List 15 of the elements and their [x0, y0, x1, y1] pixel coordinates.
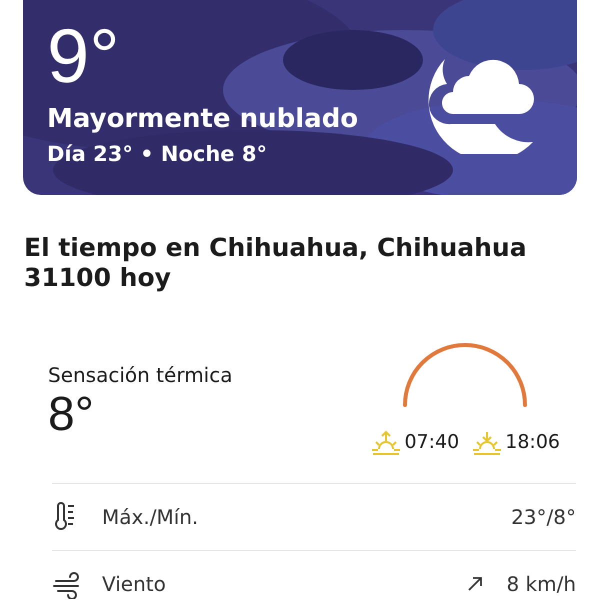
- sunrise-time: 07:40: [404, 431, 460, 453]
- sunset-time: 18:06: [505, 431, 560, 453]
- feels-like-value: 8°: [48, 387, 95, 443]
- feels-like-label: Sensación térmica: [48, 363, 232, 387]
- location-heading: El tiempo en Chihuahua, Chihuahua 31100 hoy: [24, 233, 528, 293]
- detail-value: 23°/8°: [511, 505, 576, 529]
- sunrise-icon: [370, 429, 402, 455]
- day-night-text: Día 23° • Noche 8°: [47, 142, 268, 166]
- detail-label: Viento: [102, 572, 167, 596]
- wind-direction-icon: [466, 575, 484, 593]
- detail-label: Máx./Mín.: [102, 505, 200, 529]
- detail-value: 8 km/h: [506, 572, 576, 596]
- condition-text: Mayormente nublado: [47, 104, 358, 134]
- sunset-icon: [471, 429, 504, 455]
- current-temperature: 9°: [47, 14, 121, 100]
